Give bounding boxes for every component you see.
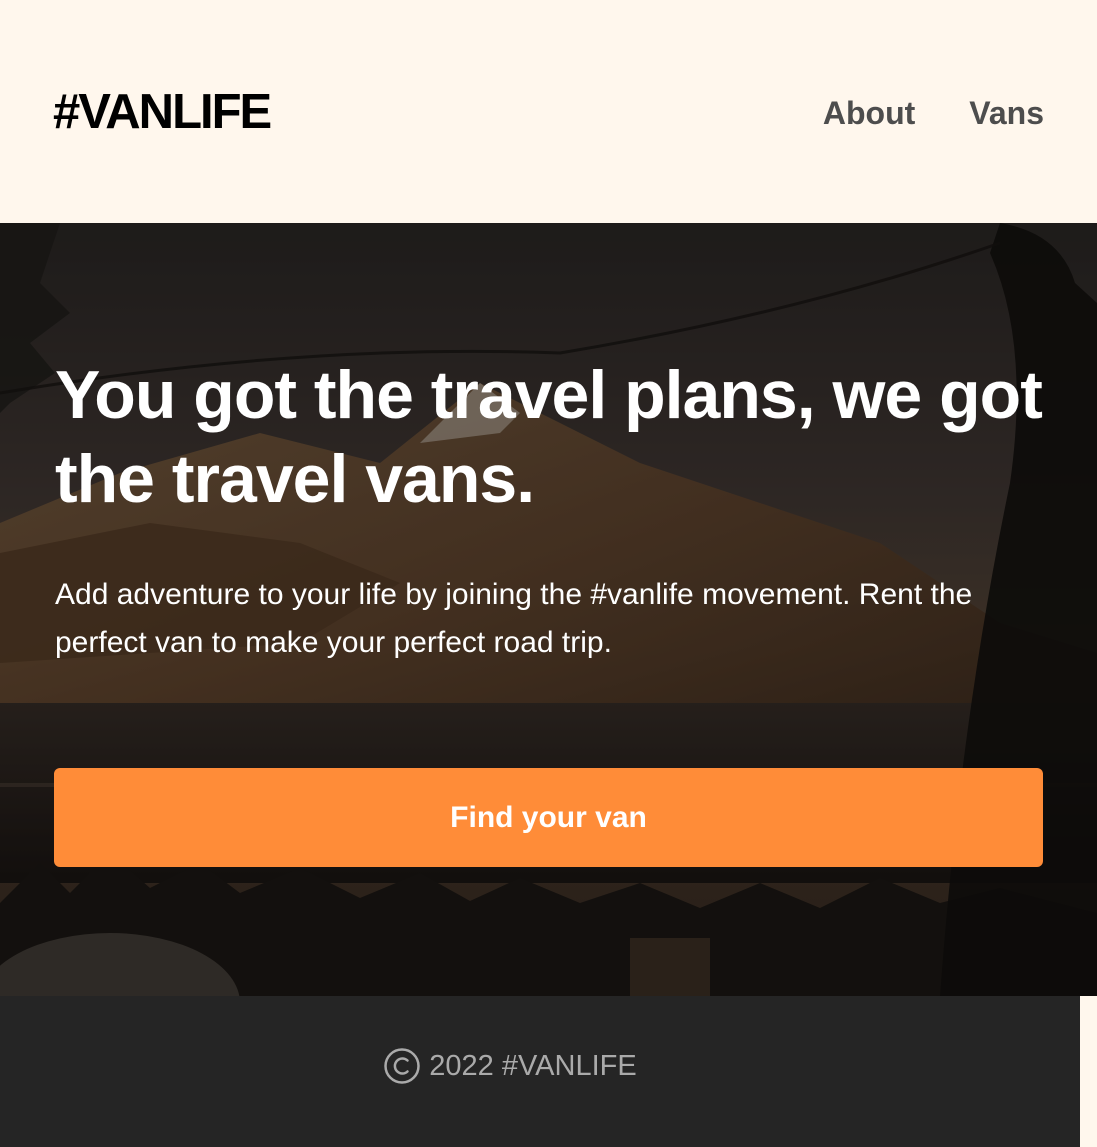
- main-nav: About Vans: [823, 92, 1044, 134]
- copyright-icon: [384, 1048, 421, 1084]
- footer-copyright-text: 2022 #VANLIFE: [429, 1050, 637, 1082]
- nav-link-about[interactable]: About: [823, 92, 915, 134]
- site-logo[interactable]: #VANLIFE: [53, 82, 272, 142]
- hero-section: You got the travel plans, we got the tra…: [0, 223, 1097, 996]
- page-edge: [1080, 996, 1097, 1147]
- hero-title: You got the travel plans, we got the tra…: [55, 357, 1043, 517]
- footer-copyright: 2022 #VANLIFE: [0, 1046, 1020, 1086]
- find-your-van-button[interactable]: Find your van: [54, 768, 1043, 867]
- hero-description: Add adventure to your life by joining th…: [55, 578, 973, 659]
- nav-link-vans[interactable]: Vans: [969, 92, 1044, 134]
- site-header: #VANLIFE About Vans: [0, 0, 1097, 223]
- site-footer: 2022 #VANLIFE: [0, 996, 1080, 1147]
